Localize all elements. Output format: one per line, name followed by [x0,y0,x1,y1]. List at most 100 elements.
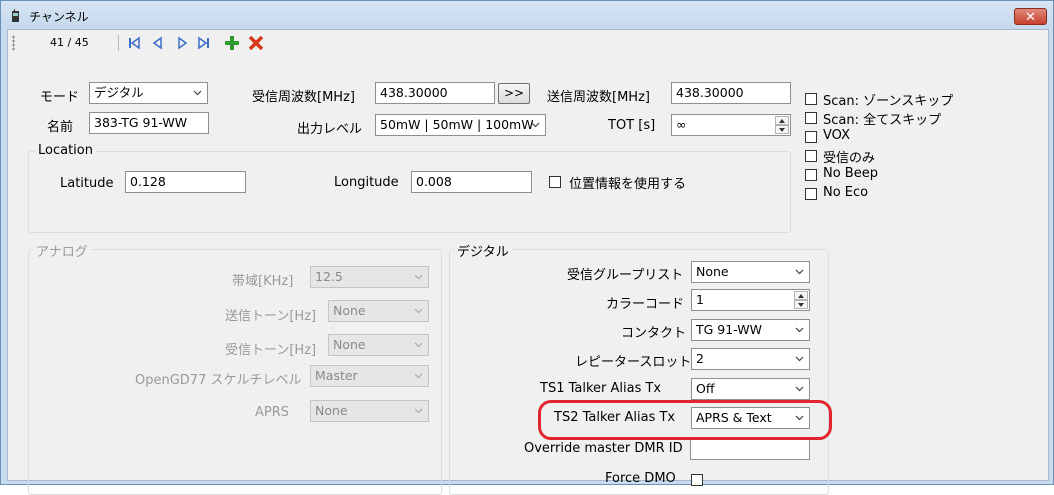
zone-skip-checkbox[interactable] [805,93,817,105]
tx-tone-label: 送信トーン[Hz] [225,309,317,324]
toolbar-separator [118,35,119,51]
latitude-input[interactable]: 0.128 [125,171,246,193]
rx-tone-value: None [333,337,366,352]
rx-tone-select[interactable]: None [328,334,429,356]
rx-freq-label: 受信周波数[MHz] [252,90,355,105]
toolbar: 41 / 45 [8,30,1048,56]
rx-tone-label: 受信トーン[Hz] [225,343,317,358]
aprs-value: None [315,403,348,418]
location-title: Location [35,143,96,158]
phone-icon [12,9,19,22]
triangle-down-icon [779,128,785,132]
ts1-label: TS1 Talker Alias Tx [540,381,662,396]
bandwidth-value: 12.5 [315,269,343,284]
tx-freq-input[interactable]: 438.30000 [671,82,791,104]
squelch-value: Master [315,368,358,383]
vox-label: VOX [823,128,850,143]
dmr-id-label: Override master DMR ID [524,441,683,456]
slot-select[interactable]: 2 [691,348,810,370]
add-icon[interactable] [224,35,240,51]
toolbar-grip[interactable] [12,35,15,51]
use-location-label: 位置情報を使用する [569,177,687,192]
last-record-icon[interactable] [196,35,212,51]
aprs-select[interactable]: None [310,400,429,422]
ts1-select[interactable]: Off [691,378,810,400]
rx-only-checkbox[interactable] [805,150,817,162]
color-code-value: 1 [696,292,704,307]
force-dmo-checkbox[interactable] [691,474,703,486]
spinner-down[interactable] [794,300,808,309]
force-dmo-label: Force DMO [605,471,676,486]
first-record-icon[interactable] [126,35,142,51]
ts1-value: Off [696,381,715,396]
tx-freq-label: 送信周波数[MHz] [547,90,650,105]
tot-spinner[interactable] [775,116,789,134]
contact-label: コンタクト [621,326,687,341]
delete-icon[interactable] [248,35,264,51]
no-eco-checkbox[interactable] [805,188,817,200]
window-title: チャンネル [29,10,89,24]
client-area: 41 / 45 モード デジタル 受信周波数[MHz] 438.30000 >>… [7,29,1049,495]
tot-input[interactable]: ∞ [671,114,791,136]
tot-label: TOT [s] [608,118,656,133]
squelch-label: OpenGD77 スケルチレベル [135,373,302,388]
chevron-down-icon [795,356,804,362]
chevron-down-icon [193,90,202,96]
copy-freq-button[interactable]: >> [498,83,530,104]
chevron-down-icon [795,269,804,275]
chevron-down-icon [414,373,423,379]
aprs-label: APRS [255,405,290,420]
mode-select[interactable]: デジタル [89,82,208,104]
longitude-label: Longitude [334,175,399,190]
vox-checkbox[interactable] [805,131,817,143]
chevron-down-icon [414,308,423,314]
power-select[interactable]: 50mW | 50mW | 100mW [375,114,546,136]
tx-tone-select[interactable]: None [328,300,429,322]
dmr-id-input[interactable] [690,438,810,460]
slot-value: 2 [696,351,704,366]
title-bar: チャンネル ✕ [1,1,1053,29]
squelch-select[interactable]: Master [310,365,429,387]
highlight-annotation [538,400,832,440]
color-code-input[interactable]: 1 [691,289,810,311]
power-value: 50mW | 50mW | 100mW [380,117,534,132]
no-beep-checkbox[interactable] [805,169,817,181]
name-input[interactable]: 383-TG 91-WW [89,112,209,134]
digital-title: デジタル [454,241,512,260]
rx-freq-input[interactable]: 438.30000 [375,82,495,104]
next-record-icon[interactable] [174,35,190,51]
zone-skip-label: Scan: ゾーンスキップ [823,94,954,109]
chevron-down-icon [414,342,423,348]
chevron-down-icon [414,274,423,280]
chevron-down-icon [795,327,804,333]
color-code-label: カラーコード [606,297,685,312]
spinner-up[interactable] [794,291,808,300]
longitude-input[interactable]: 0.008 [411,171,532,193]
channel-window: チャンネル ✕ 41 / 45 モード デジタル 受信周波数[MHz] 438.… [0,0,1054,495]
bandwidth-label: 帯域[KHz] [232,274,294,289]
spinner-down[interactable] [775,125,789,134]
analog-group: アナログ 帯域[KHz] 12.5 送信トーン[Hz] None 受信トーン[H… [28,241,442,495]
tx-tone-value: None [333,303,366,318]
mode-label: モード [40,90,80,105]
all-skip-checkbox[interactable] [805,112,817,124]
name-label: 名前 [47,120,74,135]
use-location-checkbox[interactable] [549,176,561,188]
rx-group-label: 受信グループリスト [567,268,684,283]
spinner-up[interactable] [775,116,789,125]
previous-record-icon[interactable] [150,35,166,51]
tot-value: ∞ [676,117,687,132]
color-code-spinner[interactable] [794,291,808,309]
rx-group-value: None [696,264,729,279]
rx-group-select[interactable]: None [691,261,810,283]
power-label: 出力レベル [297,122,363,137]
rx-only-label: 受信のみ [823,151,876,166]
location-group: Location Latitude 0.128 Longitude 0.008 … [28,143,791,233]
triangle-up-icon [779,119,785,123]
mode-value: デジタル [94,85,144,100]
contact-select[interactable]: TG 91-WW [691,319,810,341]
bandwidth-select[interactable]: 12.5 [310,266,429,288]
main-form: モード デジタル 受信周波数[MHz] 438.30000 >> 送信周波数[M… [8,56,1048,495]
close-button[interactable]: ✕ [1014,8,1047,25]
analog-title: アナログ [33,241,91,260]
